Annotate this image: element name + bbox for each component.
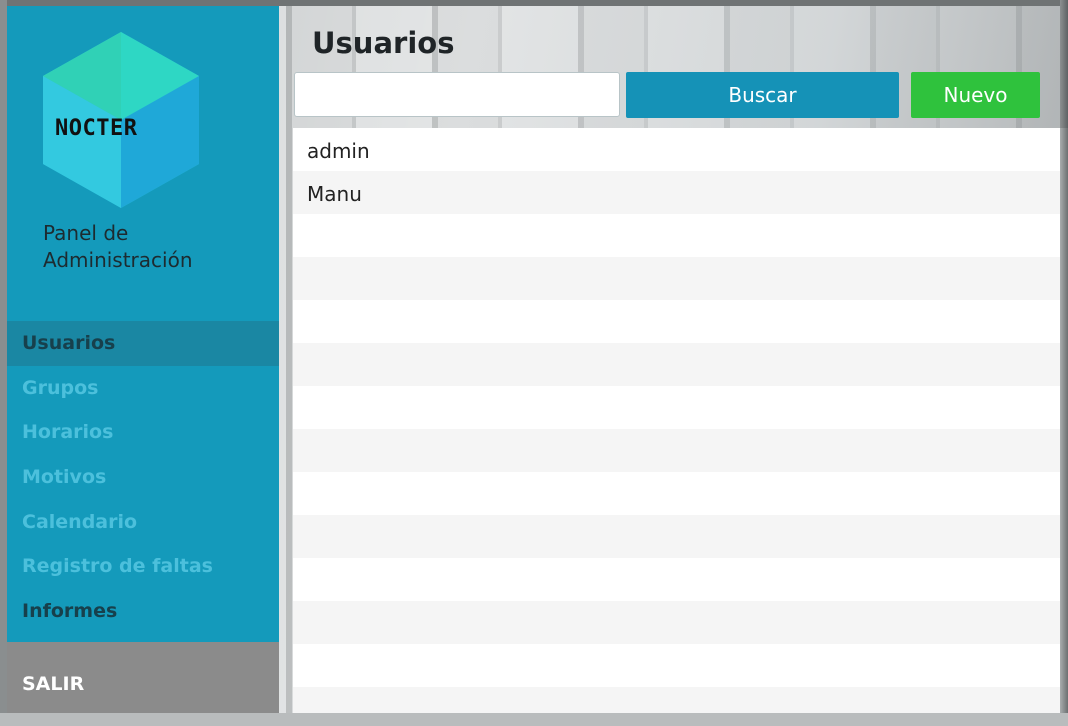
panel-title: Panel de Administración xyxy=(43,221,193,272)
logout-button[interactable]: SALIR xyxy=(7,642,279,713)
empty-row xyxy=(293,601,1060,644)
empty-row xyxy=(293,687,1060,713)
sidebar-item-horarios[interactable]: Horarios xyxy=(7,410,279,455)
sidebar-item-grupos[interactable]: Grupos xyxy=(7,366,279,411)
sidebar: NOCTER Panel de Administración Usuarios … xyxy=(7,6,279,713)
empty-row xyxy=(293,257,1060,300)
empty-row xyxy=(293,515,1060,558)
empty-row xyxy=(293,429,1060,472)
empty-row xyxy=(293,300,1060,343)
new-user-button[interactable]: Nuevo xyxy=(911,72,1040,118)
window-frame-left xyxy=(0,0,7,713)
empty-row xyxy=(293,386,1060,429)
window-shadow xyxy=(1060,128,1068,713)
sidebar-item-registro-de-faltas[interactable]: Registro de faltas xyxy=(7,544,279,589)
empty-row xyxy=(293,558,1060,601)
empty-row xyxy=(293,343,1060,386)
users-list: admin Manu xyxy=(293,128,1060,713)
list-item[interactable]: admin xyxy=(293,128,1060,171)
sidebar-item-usuarios[interactable]: Usuarios xyxy=(7,321,279,366)
list-item[interactable]: Manu xyxy=(293,171,1060,214)
search-input[interactable] xyxy=(294,72,620,117)
sidebar-item-calendario[interactable]: Calendario xyxy=(7,500,279,545)
search-button[interactable]: Buscar xyxy=(626,72,899,118)
nocter-logo: NOCTER xyxy=(43,32,199,208)
sidebar-menu: Usuarios Grupos Horarios Motivos Calenda… xyxy=(7,321,279,634)
sidebar-item-informes[interactable]: Informes xyxy=(7,589,279,634)
empty-row xyxy=(293,214,1060,257)
page-title: Usuarios xyxy=(312,26,455,60)
empty-row xyxy=(293,644,1060,687)
sidebar-item-motivos[interactable]: Motivos xyxy=(7,455,279,500)
logo-text: NOCTER xyxy=(55,116,138,141)
empty-row xyxy=(293,472,1060,515)
